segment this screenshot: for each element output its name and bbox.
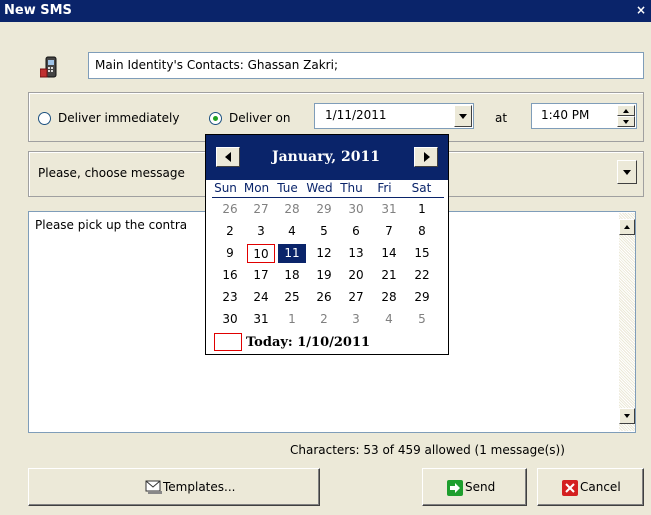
send-button-label: Send — [465, 480, 496, 494]
calendar-day[interactable]: 18 — [278, 266, 306, 285]
calendar-day[interactable]: 4 — [278, 222, 306, 241]
calendar-day[interactable]: 30 — [342, 200, 370, 219]
deliver-on-label[interactable]: Deliver on — [229, 111, 290, 125]
template-dropdown-button[interactable] — [617, 160, 637, 184]
cancel-button-label: Cancel — [580, 480, 621, 494]
date-dropdown-button[interactable] — [454, 105, 472, 127]
send-icon — [447, 480, 463, 499]
send-button[interactable]: Send — [422, 468, 527, 506]
date-picker[interactable]: 1/11/2011 — [314, 103, 474, 129]
weekday-header: Wed — [306, 181, 333, 195]
calendar-popup: January, 2011 Sun Mon Tue Wed Thu Fri Sat 26 27… — [205, 134, 449, 355]
deliver-immediately-label[interactable]: Deliver immediately — [58, 111, 179, 125]
calendar-day[interactable]: 27 — [342, 288, 370, 307]
calendar-day[interactable]: 2 — [216, 222, 244, 241]
at-label: at — [495, 111, 508, 125]
calendar-day[interactable]: 15 — [408, 244, 436, 263]
today-marker — [214, 333, 242, 351]
character-count: Characters: 53 of 459 allowed (1 message… — [290, 443, 565, 457]
cancel-button[interactable]: Cancel — [537, 468, 644, 506]
calendar-day[interactable]: 5 — [408, 310, 436, 329]
calendar-day[interactable]: 21 — [375, 266, 403, 285]
time-spin-up[interactable] — [617, 105, 635, 116]
calendar-day[interactable]: 13 — [342, 244, 370, 263]
recipient-value: Main Identity's Contacts: Ghassan Zakri; — [95, 58, 338, 72]
calendar-day[interactable]: 27 — [247, 200, 275, 219]
calendar-day[interactable]: 17 — [247, 266, 275, 285]
calendar-day[interactable]: 29 — [408, 288, 436, 307]
weekday-divider — [212, 197, 444, 198]
weekday-header: Sat — [411, 181, 432, 195]
templates-button[interactable]: Templates... — [28, 468, 320, 506]
message-scrollbar[interactable] — [619, 213, 635, 431]
close-icon[interactable]: × — [633, 1, 649, 19]
weekday-header: Tue — [277, 181, 298, 195]
calendar-day[interactable]: 19 — [310, 266, 338, 285]
calendar-day[interactable]: 14 — [375, 244, 403, 263]
title-bar: New SMS × — [0, 0, 651, 22]
cancel-icon — [562, 480, 578, 499]
calendar-day[interactable]: 4 — [375, 310, 403, 329]
calendar-day[interactable]: 29 — [310, 200, 338, 219]
time-value: 1:40 PM — [541, 108, 590, 122]
deliver-immediately-radio[interactable] — [38, 112, 51, 125]
window-title: New SMS — [4, 3, 72, 18]
calendar-day[interactable]: 7 — [375, 222, 403, 241]
weekday-header: Fri — [377, 181, 392, 195]
calendar-day[interactable]: 10 — [247, 244, 275, 263]
prev-month-button[interactable] — [216, 147, 240, 167]
templates-button-label: Templates... — [163, 480, 236, 494]
calendar-day[interactable]: 8 — [408, 222, 436, 241]
calendar-day[interactable]: 12 — [310, 244, 338, 263]
weekday-header: Thu — [340, 181, 363, 195]
weekday-header: Sun — [214, 181, 237, 195]
calendar-day[interactable]: 31 — [375, 200, 403, 219]
calendar-day[interactable]: 3 — [247, 222, 275, 241]
calendar-day[interactable]: 24 — [247, 288, 275, 307]
calendar-day[interactable]: 23 — [216, 288, 244, 307]
calendar-day[interactable]: 6 — [342, 222, 370, 241]
scroll-up-button[interactable] — [619, 219, 635, 235]
time-spin-down[interactable] — [617, 116, 635, 127]
calendar-day[interactable]: 3 — [342, 310, 370, 329]
calendar-day[interactable]: 31 — [247, 310, 275, 329]
phone-contact-icon[interactable] — [39, 56, 58, 78]
calendar-day[interactable]: 20 — [342, 266, 370, 285]
calendar-day[interactable]: 26 — [310, 288, 338, 307]
calendar-month-label[interactable]: January, 2011 — [246, 149, 406, 165]
calendar-day[interactable]: 22 — [408, 266, 436, 285]
calendar-day[interactable]: 11 — [278, 244, 306, 263]
calendar-day[interactable]: 2 — [310, 310, 338, 329]
date-value: 1/11/2011 — [325, 108, 387, 122]
calendar-day[interactable]: 30 — [216, 310, 244, 329]
envelope-icon — [145, 479, 163, 498]
message-text: Please pick up the contra — [35, 218, 188, 232]
calendar-day[interactable]: 16 — [216, 266, 244, 285]
template-select-placeholder[interactable]: Please, choose message — [38, 166, 185, 180]
calendar-day[interactable]: 5 — [310, 222, 338, 241]
calendar-day[interactable]: 1 — [278, 310, 306, 329]
scroll-down-button[interactable] — [619, 408, 635, 424]
calendar-day[interactable]: 25 — [278, 288, 306, 307]
today-link[interactable]: Today: 1/10/2011 — [246, 335, 370, 350]
calendar-day[interactable]: 1 — [408, 200, 436, 219]
calendar-day[interactable]: 9 — [216, 244, 244, 263]
calendar-day[interactable]: 28 — [278, 200, 306, 219]
recipient-field[interactable]: Main Identity's Contacts: Ghassan Zakri; — [88, 52, 644, 79]
next-month-button[interactable] — [414, 147, 438, 167]
calendar-day[interactable]: 28 — [375, 288, 403, 307]
deliver-on-radio[interactable] — [209, 112, 222, 125]
weekday-header: Mon — [243, 181, 270, 195]
calendar-day[interactable]: 26 — [216, 200, 244, 219]
time-field[interactable]: 1:40 PM — [531, 103, 637, 129]
